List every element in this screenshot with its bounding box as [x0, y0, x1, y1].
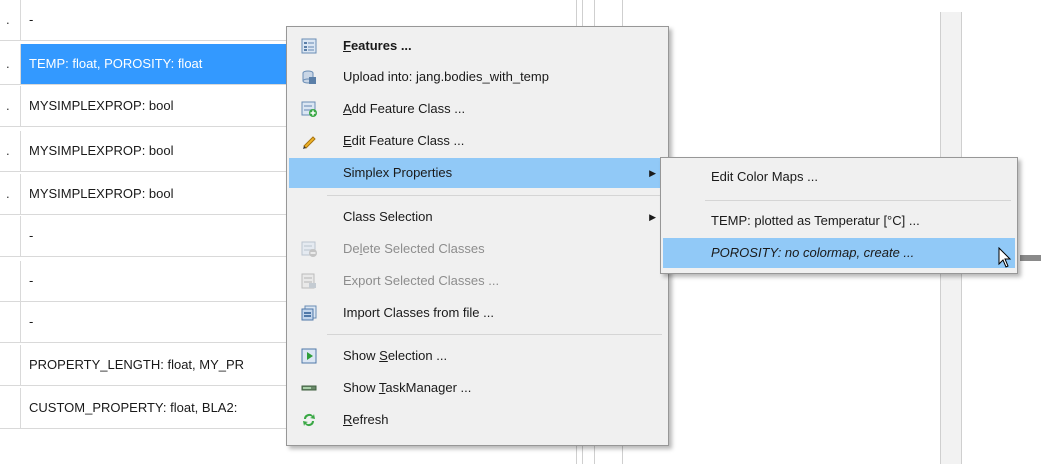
menu-item-label: Refresh	[343, 412, 389, 427]
simplex-properties-submenu: Edit Color Maps ... TEMP: plotted as Tem…	[660, 157, 1018, 274]
row-properties: CUSTOM_PROPERTY: float, BLA2:	[20, 388, 297, 428]
menu-item-label: Show TaskManager ...	[343, 380, 472, 395]
taskmanager-icon	[301, 385, 317, 391]
row-marker: .	[6, 98, 10, 113]
table-row[interactable]: -	[0, 302, 297, 343]
menu-separator	[705, 200, 1011, 201]
export-icon	[301, 273, 316, 289]
pencil-icon	[303, 136, 316, 149]
menu-item-features[interactable]: Features ...	[289, 31, 666, 61]
row-marker: .	[6, 186, 10, 201]
import-icon	[301, 305, 317, 321]
menu-item-label: Export Selected Classes ...	[343, 273, 500, 288]
add-class-icon	[301, 101, 317, 117]
row-properties: TEMP: float, POROSITY: float	[20, 44, 297, 84]
table-row[interactable]: CUSTOM_PROPERTY: float, BLA2:	[0, 388, 297, 429]
menu-item-label: Class Selection	[343, 209, 433, 224]
connector-stub	[1020, 255, 1041, 261]
menu-item-add-feature-class[interactable]: Add Feature Class ...	[289, 94, 666, 124]
delete-icon	[301, 241, 317, 257]
menu-item-upload[interactable]: Upload into: jang.bodies_with_temp	[289, 62, 666, 92]
table-row[interactable]: . MYSIMPLEXPROP: bool	[0, 86, 297, 127]
table-row[interactable]: -	[0, 216, 297, 257]
mouse-cursor-icon	[998, 247, 1012, 268]
table-row-selected[interactable]: . TEMP: float, POROSITY: float	[0, 44, 297, 85]
table-row[interactable]: . MYSIMPLEXPROP: bool	[0, 131, 297, 172]
table-row[interactable]: -	[0, 261, 297, 302]
submenu-item-temp[interactable]: TEMP: plotted as Temperatur [°C] ...	[663, 206, 1015, 236]
row-properties: -	[20, 216, 297, 256]
context-menu: Features ... Upload into: jang.bodies_wi…	[286, 26, 669, 446]
menu-item-edit-feature-class[interactable]: Edit Feature Class ...	[289, 126, 666, 156]
menu-item-refresh[interactable]: Refresh	[289, 405, 666, 435]
menu-item-label: Edit Feature Class ...	[343, 133, 465, 148]
menu-item-delete-selected: Delete Selected Classes	[289, 234, 666, 264]
menu-item-label: Edit Color Maps ...	[711, 169, 818, 184]
row-properties: MYSIMPLEXPROP: bool	[20, 174, 297, 214]
row-marker: .	[6, 143, 10, 158]
menu-item-label: Add Feature Class ...	[343, 101, 466, 116]
menu-item-label: Delete Selected Classes	[343, 241, 485, 256]
menu-item-label: Features ...	[343, 38, 412, 53]
row-marker: .	[6, 12, 10, 27]
row-properties: -	[20, 261, 297, 301]
menu-separator	[327, 195, 662, 196]
menu-item-label: Upload into: jang.bodies_with_temp	[343, 69, 549, 84]
submenu-item-porosity[interactable]: POROSITY: no colormap, create ...	[663, 238, 1015, 268]
menu-item-label: Import Classes from file ...	[343, 305, 494, 320]
menu-item-show-taskmanager[interactable]: Show TaskManager ...	[289, 373, 666, 403]
submenu-item-edit-color-maps[interactable]: Edit Color Maps ...	[663, 162, 1015, 192]
menu-item-label: Show Selection ...	[343, 348, 448, 363]
table-row[interactable]: PROPERTY_LENGTH: float, MY_PR	[0, 345, 297, 386]
menu-item-label: Simplex Properties	[343, 165, 453, 180]
row-properties: -	[20, 0, 297, 40]
submenu-arrow-icon: ▶	[649, 212, 656, 222]
row-marker: .	[6, 56, 10, 71]
show-selection-icon	[301, 348, 317, 364]
submenu-arrow-icon: ▶	[649, 168, 656, 178]
menu-separator	[327, 334, 662, 335]
table-row[interactable]: . MYSIMPLEXPROP: bool	[0, 174, 297, 215]
features-icon	[301, 38, 317, 54]
table-row[interactable]: . -	[0, 0, 297, 41]
refresh-icon	[303, 414, 315, 426]
menu-item-label: POROSITY: no colormap, create ...	[711, 245, 915, 260]
menu-item-simplex-properties[interactable]: Simplex Properties ▶	[289, 158, 666, 188]
row-properties: -	[20, 302, 297, 342]
upload-icon	[302, 70, 316, 84]
row-properties: MYSIMPLEXPROP: bool	[20, 86, 297, 126]
row-properties: MYSIMPLEXPROP: bool	[20, 131, 297, 171]
menu-item-show-selection[interactable]: Show Selection ...	[289, 341, 666, 371]
menu-item-export-selected: Export Selected Classes ...	[289, 266, 666, 296]
row-properties: PROPERTY_LENGTH: float, MY_PR	[20, 345, 297, 385]
menu-item-label: TEMP: plotted as Temperatur [°C] ...	[711, 213, 920, 228]
menu-item-import-classes[interactable]: Import Classes from file ...	[289, 298, 666, 328]
menu-item-class-selection[interactable]: Class Selection ▶	[289, 202, 666, 232]
